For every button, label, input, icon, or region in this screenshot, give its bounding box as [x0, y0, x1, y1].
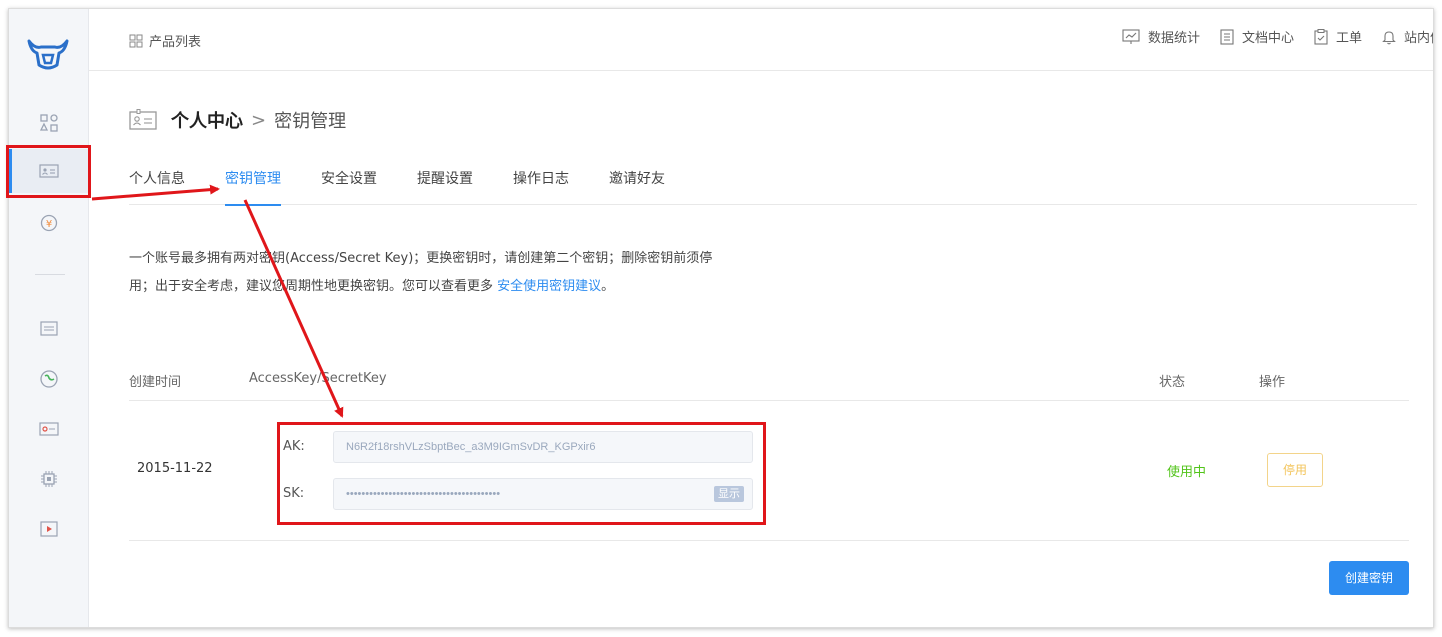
sidebar-item-certificate[interactable] — [37, 417, 61, 441]
page-title: 个人中心 — [171, 111, 243, 132]
clipboard-icon — [1314, 28, 1328, 45]
sidebar-divider — [35, 274, 65, 275]
logo-icon — [27, 39, 69, 70]
table-header: 创建时间 AccessKey/SecretKey 状态 操作 — [129, 361, 1409, 401]
sidebar: ¥ — [9, 9, 89, 627]
id-card-icon — [129, 109, 157, 130]
breadcrumb: 个人中心 > 密钥管理 — [129, 107, 346, 133]
status-badge: 使用中 — [1167, 465, 1207, 480]
col-key: AccessKey/SecretKey — [249, 371, 387, 386]
document-icon — [1220, 28, 1234, 45]
stats-label: 数据统计 — [1147, 31, 1200, 46]
tab-personal-info[interactable]: 个人信息 — [129, 169, 185, 205]
sidebar-item-products[interactable] — [37, 111, 61, 135]
docs-link[interactable]: 文档中心 — [1220, 27, 1294, 46]
sidebar-item-cdn[interactable] — [37, 367, 61, 391]
top-bar: 产品列表 数据统计 文档中心 工单 站内 — [89, 9, 1433, 71]
sidebar-item-storage[interactable] — [37, 316, 61, 340]
create-key-button[interactable]: 创建密钥 — [1329, 561, 1409, 595]
description-text: 用；出于安全考虑，建议您周期性地更换密钥。您可以查看更多 — [129, 279, 498, 294]
ticket-link[interactable]: 工单 — [1314, 27, 1362, 46]
tab-key-management[interactable]: 密钥管理 — [225, 169, 281, 206]
breadcrumb-separator: > — [251, 109, 267, 131]
ticket-label: 工单 — [1335, 31, 1362, 46]
messages-label: 站内信 — [1403, 31, 1433, 46]
certificate-icon — [39, 422, 59, 436]
security-advice-link[interactable]: 安全使用密钥建议 — [497, 279, 601, 294]
top-nav: 数据统计 文档中心 工单 站内 — [1102, 27, 1433, 46]
tab-invite-friends[interactable]: 邀请好友 — [609, 169, 665, 205]
tab-security-settings[interactable]: 安全设置 — [321, 169, 377, 205]
key-policy-description: 一个账号最多拥有两对密钥(Access/Secret Key)；更换密钥时，请创… — [129, 245, 759, 301]
globe-icon — [40, 370, 58, 388]
disable-button[interactable]: 停用 — [1267, 453, 1323, 487]
breadcrumb-current: 密钥管理 — [274, 111, 347, 132]
col-created: 创建时间 — [129, 375, 182, 390]
grid-icon — [129, 34, 143, 47]
coin-icon: ¥ — [40, 214, 58, 232]
video-icon — [40, 521, 58, 537]
tab-operation-log[interactable]: 操作日志 — [513, 169, 569, 205]
product-list-label: 产品列表 — [149, 35, 202, 50]
tab-bar: 个人信息 密钥管理 安全设置 提醒设置 操作日志 邀请好友 — [129, 169, 1417, 206]
sidebar-item-billing[interactable]: ¥ — [37, 211, 61, 235]
col-status: 状态 — [1159, 375, 1186, 390]
description-line-2: 用；出于安全考虑，建议您周期性地更换密钥。您可以查看更多 安全使用密钥建议。 — [129, 273, 759, 301]
folder-icon — [40, 321, 58, 336]
sidebar-item-media[interactable] — [37, 517, 61, 541]
sidebar-item-compute[interactable] — [37, 467, 61, 491]
bell-icon — [1382, 30, 1396, 44]
product-list-link[interactable]: 产品列表 — [129, 31, 201, 50]
col-action: 操作 — [1259, 375, 1286, 390]
description-line-1: 一个账号最多拥有两对密钥(Access/Secret Key)；更换密钥时，请创… — [129, 251, 713, 266]
svg-text:¥: ¥ — [46, 219, 52, 230]
chart-icon — [1122, 28, 1140, 44]
apps-icon — [39, 114, 58, 132]
messages-link[interactable]: 站内信 — [1382, 27, 1433, 46]
stats-link[interactable]: 数据统计 — [1122, 27, 1200, 46]
annotation-box-sidebar — [6, 145, 91, 198]
chip-icon — [41, 471, 57, 487]
docs-label: 文档中心 — [1241, 31, 1294, 46]
created-date: 2015-11-22 — [137, 461, 213, 476]
description-tail: 。 — [601, 279, 615, 294]
annotation-box-keys — [277, 422, 766, 525]
tab-reminder-settings[interactable]: 提醒设置 — [417, 169, 473, 205]
app-window: ¥ 产品列表 数据统计 文档中心 工单 站内 个人中心 > 密钥管理 个人信息 … — [8, 8, 1434, 628]
